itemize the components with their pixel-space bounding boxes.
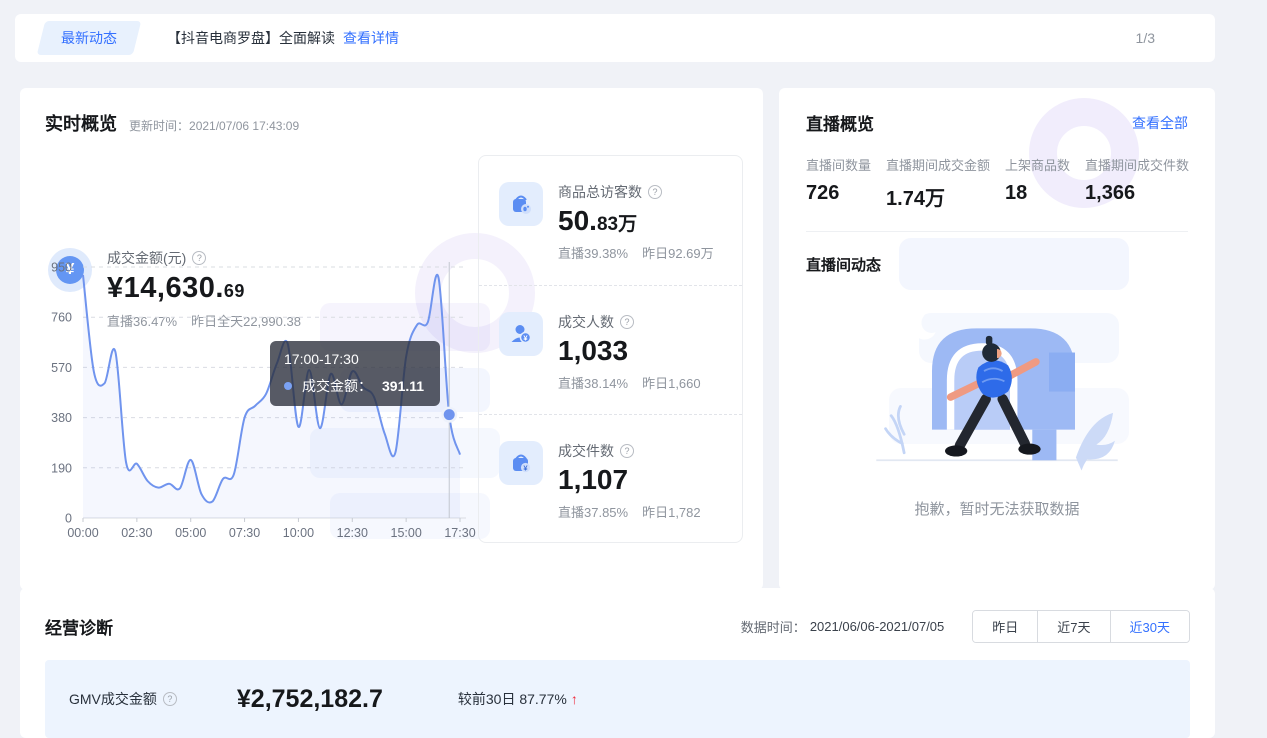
stat-value: 1,033 [558, 335, 701, 367]
svg-text:17:30: 17:30 [444, 526, 475, 540]
person-yuan-icon: ¥ [499, 312, 543, 356]
tooltip-time: 17:00-17:30 [284, 351, 426, 367]
news-tag: 最新动态 [41, 21, 137, 55]
bag-yuan-icon: ¥ [499, 441, 543, 485]
live-dynamics-title: 直播间动态 [806, 254, 881, 275]
range-button-7days[interactable]: 近7天 [1037, 611, 1109, 642]
svg-text:570: 570 [51, 361, 72, 375]
svg-text:15:00: 15:00 [391, 526, 422, 540]
svg-text:10:00: 10:00 [283, 526, 314, 540]
news-tag-label: 最新动态 [61, 30, 117, 46]
news-detail-link[interactable]: 查看详情 [343, 28, 399, 48]
view-all-link[interactable]: 查看全部 [1132, 113, 1188, 133]
svg-text:760: 760 [51, 311, 72, 325]
live-overview-title: 直播概览 [806, 110, 874, 135]
live-overview-card: 直播概览 查看全部 直播间数量 726 直播期间成交金额 1.74万 上架商品数… [779, 88, 1215, 590]
chart-tooltip: 17:00-17:30 成交金额： 391.11 [270, 341, 440, 406]
stat-subinfo: 直播39.38%昨日92.69万 [558, 243, 714, 262]
diagnosis-title: 经营诊断 [45, 614, 113, 639]
live-stat: 直播期间成交金额 1.74万 [886, 155, 990, 211]
range-button-yesterday[interactable]: 昨日 [973, 611, 1037, 642]
stat-block-buyers: ¥ 成交人数 ? 1,033 直播38.14%昨日1,660 [479, 285, 742, 414]
live-stat: 上架商品数 18 [1005, 155, 1070, 211]
realtime-title: 实时概览 [45, 110, 117, 136]
svg-text:0: 0 [65, 512, 72, 526]
live-stat: 直播期间成交件数 1,366 [1085, 155, 1189, 211]
svg-text:190: 190 [51, 461, 72, 475]
help-icon[interactable]: ? [620, 315, 634, 329]
svg-text:00:00: 00:00 [67, 526, 98, 540]
bag-visitor-icon [499, 182, 543, 226]
svg-text:950: 950 [51, 261, 72, 275]
stat-block-items: ¥ 成交件数 ? 1,107 直播37.85%昨日1,782 [479, 414, 742, 543]
trend-chart[interactable]: 0 190 380 570 760 950 00:00 02:30 05:00 07:30 10:0… [32, 248, 487, 548]
help-icon[interactable]: ? [163, 692, 177, 706]
stat-value: 1,107 [558, 464, 701, 496]
tooltip-series-label: 成交金额： [302, 376, 372, 396]
help-icon[interactable]: ? [620, 444, 634, 458]
news-pager: 1/3 [1136, 30, 1155, 46]
empty-state-illustration [867, 293, 1127, 483]
divider [806, 231, 1188, 232]
help-icon[interactable]: ? [648, 185, 662, 199]
update-time: 更新时间：2021/07/06 17:43:09 [129, 117, 299, 134]
stat-label: 成交人数 [558, 312, 614, 332]
empty-state-text: 抱歉，暂时无法获取数据 [779, 498, 1215, 519]
news-banner: 最新动态 【抖音电商罗盘】全面解读 查看详情 1/3 [15, 14, 1215, 62]
stat-label: 成交件数 [558, 441, 614, 461]
tooltip-series-dot [284, 382, 292, 390]
svg-text:05:00: 05:00 [175, 526, 206, 540]
news-message: 【抖音电商罗盘】全面解读 [167, 28, 335, 48]
stat-label: 商品总访客数 [558, 182, 642, 202]
stat-value: 50.83万 [558, 205, 714, 237]
date-range-selector: 昨日 近7天 近30天 [972, 610, 1190, 643]
diagnosis-card: 经营诊断 数据时间： 2021/06/06-2021/07/05 昨日 近7天 … [20, 588, 1215, 738]
live-stats-row: 直播间数量 726 直播期间成交金额 1.74万 上架商品数 18 直播期间成交… [779, 135, 1215, 211]
svg-text:380: 380 [51, 411, 72, 425]
watermark-block [899, 238, 1129, 290]
live-stat: 直播间数量 726 [806, 155, 871, 211]
gmv-diagnosis-strip: GMV成交金额 ? ¥2,752,182.7 较前30日 87.77%↑ [45, 660, 1190, 738]
data-time-range: 2021/06/06-2021/07/05 [810, 619, 944, 634]
realtime-stats-box: 商品总访客数 ? 50.83万 直播39.38%昨日92.69万 ¥ [478, 155, 743, 543]
svg-text:02:30: 02:30 [121, 526, 152, 540]
stat-block-visitors: 商品总访客数 ? 50.83万 直播39.38%昨日92.69万 [479, 156, 742, 285]
tooltip-value: 391.11 [382, 378, 424, 394]
data-time-label: 数据时间： [741, 617, 806, 636]
gmv-diagnosis-value: ¥2,752,182.7 [237, 685, 383, 714]
range-button-30days[interactable]: 近30天 [1110, 611, 1189, 642]
gmv-diagnosis-label: GMV成交金额 [69, 689, 157, 709]
realtime-overview-card: 实时概览 更新时间：2021/07/06 17:43:09 ¥ 成交金额(元) … [20, 88, 763, 590]
up-arrow-icon: ↑ [571, 691, 578, 707]
gmv-compare: 较前30日 87.77%↑ [458, 689, 578, 709]
svg-text:07:30: 07:30 [229, 526, 260, 540]
svg-text:12:30: 12:30 [337, 526, 368, 540]
stat-subinfo: 直播37.85%昨日1,782 [558, 502, 701, 521]
stat-subinfo: 直播38.14%昨日1,660 [558, 373, 701, 392]
